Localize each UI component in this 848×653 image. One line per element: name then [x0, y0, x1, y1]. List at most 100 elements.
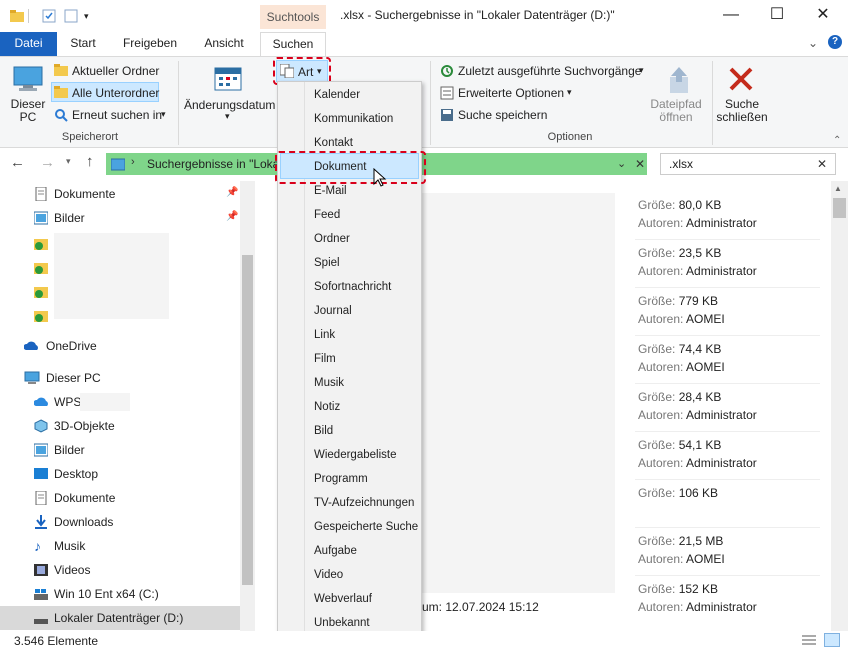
quick-access-dropdown-icon[interactable]: ▾: [84, 9, 98, 23]
aenderungsdatum-button[interactable]: Änderungsdatum: [184, 98, 275, 112]
folder-icon[interactable]: [10, 9, 24, 23]
new-folder-icon[interactable]: [64, 9, 78, 23]
menu-item-programm[interactable]: Programm: [314, 473, 368, 485]
sidebar-item-laufwerk-c[interactable]: Win 10 Ent x64 (C:): [54, 587, 159, 601]
result-author: Autoren: Administrator: [638, 264, 757, 278]
row-divider: [635, 431, 820, 432]
result-author: Autoren: AOMEI: [638, 360, 725, 374]
folder-icon: [54, 85, 68, 102]
tab-suchen[interactable]: Suchen: [260, 32, 326, 57]
menu-item-sofortnachricht[interactable]: Sofortnachricht: [314, 281, 391, 293]
menu-item-link[interactable]: Link: [314, 329, 335, 341]
tiles-view-icon[interactable]: [824, 633, 840, 647]
dateipfad-oeffnen-button[interactable]: Dateipfad öffnen: [644, 98, 708, 124]
sidebar-item-bilder[interactable]: Bilder: [54, 211, 85, 225]
details-view-icon[interactable]: [802, 634, 816, 649]
menu-item-film[interactable]: Film: [314, 353, 336, 365]
menu-item-tv-aufzeichnungen[interactable]: TV-Aufzeichnungen: [314, 497, 414, 509]
music-icon: ♪: [34, 538, 41, 554]
ribbon-tabs: Datei Start Freigeben Ansicht Suchen ⌄ ?: [0, 32, 848, 57]
menu-item-spiel[interactable]: Spiel: [314, 257, 340, 269]
back-arrow-icon[interactable]: ←: [10, 154, 25, 171]
menu-item-journal[interactable]: Journal: [314, 305, 352, 317]
aktueller-ordner-button[interactable]: Aktueller Ordner: [72, 64, 159, 78]
sidebar-item-dieser-pc[interactable]: Dieser PC: [46, 371, 101, 385]
video-icon: [34, 563, 48, 577]
menu-item-ordner[interactable]: Ordner: [314, 233, 350, 245]
dieser-pc-button[interactable]: Dieser PC: [8, 98, 48, 124]
suche-schliessen-button[interactable]: Suche schließen: [714, 98, 770, 124]
chevron-down-icon[interactable]: ⌄: [808, 36, 818, 50]
menu-item-bild[interactable]: Bild: [314, 425, 333, 437]
row-divider: [635, 335, 820, 336]
sidebar-item-musik[interactable]: Musik: [54, 539, 85, 553]
sidebar-item-videos[interactable]: Videos: [54, 563, 90, 577]
pin-icon[interactable]: 📌: [226, 187, 238, 198]
tab-freigeben[interactable]: Freigeben: [112, 32, 188, 56]
sidebar-item-dokumente-pc[interactable]: Dokumente: [54, 491, 115, 505]
forward-arrow-icon[interactable]: →: [40, 154, 55, 171]
dropdown-arrow-icon: ▾: [161, 109, 166, 119]
results-scrollbar-thumb[interactable]: [833, 198, 846, 218]
result-size: Größe: 54,1 KB: [638, 438, 722, 452]
result-size: Größe: 106 KB: [638, 486, 719, 500]
nav-scrollbar-thumb[interactable]: [242, 255, 253, 585]
calendar-icon: [214, 65, 242, 94]
menu-item-unbekannt[interactable]: Unbekannt: [314, 617, 370, 629]
result-author: Autoren: Administrator: [638, 600, 757, 614]
sidebar-item-onedrive[interactable]: OneDrive: [46, 339, 97, 353]
help-icon[interactable]: ?: [828, 35, 842, 49]
tab-start[interactable]: Start: [58, 32, 108, 56]
menu-item-gespeicherte-suche[interactable]: Gespeicherte Suche: [314, 521, 418, 533]
menu-item-kalender[interactable]: Kalender: [314, 89, 360, 101]
menu-item-wiedergabeliste[interactable]: Wiedergabeliste: [314, 449, 396, 461]
address-dropdown-icon[interactable]: ⌄: [617, 157, 626, 170]
tab-ansicht[interactable]: Ansicht: [192, 32, 256, 56]
status-bar: 3.546 Elemente: [0, 631, 848, 653]
close-button[interactable]: ✕: [800, 0, 846, 30]
scroll-up-icon[interactable]: ▲: [834, 184, 842, 193]
maximize-button[interactable]: ☐: [754, 0, 800, 30]
menu-item-e-mail[interactable]: E-Mail: [314, 185, 347, 197]
suche-speichern-button[interactable]: Suche speichern: [458, 108, 547, 122]
search-input[interactable]: .xlsx: [669, 157, 693, 171]
menu-item-feed[interactable]: Feed: [314, 209, 340, 221]
sidebar-item-laufwerk-d[interactable]: Lokaler Datenträger (D:): [54, 611, 183, 625]
recent-locations-icon[interactable]: ▾: [66, 156, 71, 167]
properties-icon[interactable]: [42, 9, 56, 23]
chevron-up-icon[interactable]: ⌃: [833, 135, 841, 146]
zuletzt-button[interactable]: Zuletzt ausgeführte Suchvorgänge: [458, 64, 641, 78]
up-arrow-icon[interactable]: ↑: [86, 153, 94, 170]
sidebar-item-downloads[interactable]: Downloads: [54, 515, 113, 529]
synced-folder-icon: [34, 237, 48, 251]
clear-search-icon[interactable]: ✕: [817, 157, 827, 171]
sidebar-item-dokumente[interactable]: Dokumente: [54, 187, 115, 201]
pin-icon[interactable]: 📌: [226, 211, 238, 222]
menu-item-video[interactable]: Video: [314, 569, 343, 581]
document-icon: [34, 186, 48, 202]
menu-item-kommunikation[interactable]: Kommunikation: [314, 113, 393, 125]
partial-date-text: um: 12.07.2024 15:12: [422, 600, 539, 614]
sidebar-item-wps[interactable]: WPS: [54, 395, 81, 409]
erneut-suchen-button[interactable]: Erneut suchen in: [72, 108, 162, 122]
results-scrollbar[interactable]: [831, 181, 848, 631]
clear-address-icon[interactable]: ✕: [635, 157, 645, 171]
menu-item-musik[interactable]: Musik: [314, 377, 344, 389]
computer-icon: [24, 371, 40, 385]
sidebar-item-bilder-pc[interactable]: Bilder: [54, 443, 85, 457]
minimize-button[interactable]: —: [708, 0, 754, 30]
menu-item-webverlauf[interactable]: Webverlauf: [314, 593, 372, 605]
sidebar-item-desktop[interactable]: Desktop: [54, 467, 98, 481]
search-box[interactable]: .xlsx ✕: [660, 153, 836, 175]
sidebar-item-3d-objekte[interactable]: 3D-Objekte: [54, 419, 115, 433]
menu-item-kontakt[interactable]: Kontakt: [314, 137, 353, 149]
tab-datei[interactable]: Datei: [0, 32, 57, 56]
dropdown-arrow-icon: ▾: [567, 87, 572, 97]
open-path-icon: [666, 65, 692, 98]
result-size: Größe: 23,5 KB: [638, 246, 722, 260]
erweiterte-optionen-button[interactable]: Erweiterte Optionen: [458, 86, 564, 100]
dropdown-arrow-icon: ▾: [225, 111, 230, 121]
menu-item-aufgabe[interactable]: Aufgabe: [314, 545, 357, 557]
menu-item-notiz[interactable]: Notiz: [314, 401, 340, 413]
result-size: Größe: 152 KB: [638, 582, 719, 596]
